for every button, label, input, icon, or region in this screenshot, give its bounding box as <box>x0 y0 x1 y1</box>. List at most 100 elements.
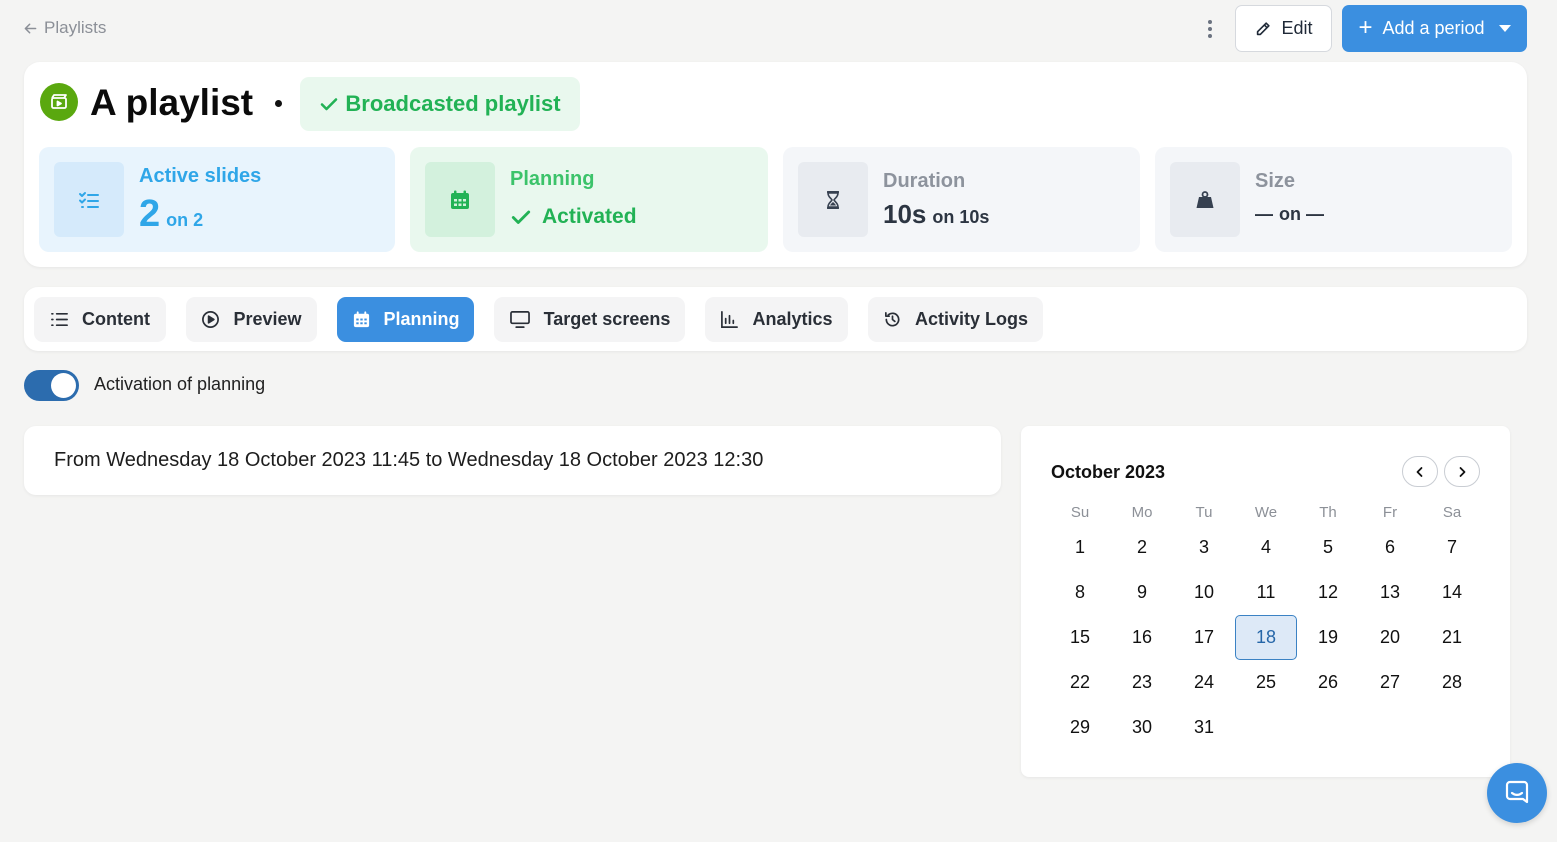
tab-analytics-label: Analytics <box>752 309 833 329</box>
plus-icon: + <box>1358 13 1373 41</box>
status-badge: Broadcasted playlist <box>300 77 580 131</box>
title-separator-dot <box>275 100 282 107</box>
tab-content-label: Content <box>82 309 150 329</box>
calendar-day-selected[interactable]: 18 <box>1235 615 1297 660</box>
stat-active-slides-label: Active slides <box>139 165 262 187</box>
toggle-knob <box>51 373 76 398</box>
chevron-right-icon <box>1459 466 1466 477</box>
monitor-icon <box>509 311 530 328</box>
active-slides-total: on 2 <box>166 210 204 230</box>
calendar-day[interactable]: 15 <box>1049 615 1111 660</box>
calendar-day[interactable]: 1 <box>1049 525 1111 570</box>
calendar-day[interactable]: 11 <box>1235 570 1297 615</box>
calendar-day[interactable]: 4 <box>1235 525 1297 570</box>
calendar-day[interactable]: 8 <box>1049 570 1111 615</box>
calendar-day[interactable]: 22 <box>1049 660 1111 705</box>
size-total: on — <box>1279 204 1324 224</box>
tab-preview-label: Preview <box>233 309 302 329</box>
calendar-day[interactable]: 10 <box>1173 570 1235 615</box>
calendar-day[interactable]: 21 <box>1421 615 1483 660</box>
calendar-weekday: We <box>1254 504 1278 521</box>
calendar-day[interactable]: 5 <box>1297 525 1359 570</box>
calendar-day[interactable]: 17 <box>1173 615 1235 660</box>
stat-size: Size — on — <box>1155 147 1512 252</box>
tab-planning[interactable]: Planning <box>337 297 474 342</box>
calendar-weekday: Th <box>1319 504 1337 521</box>
caret-down-icon <box>1498 25 1511 32</box>
edit-button[interactable]: Edit <box>1235 5 1332 52</box>
stat-size-label: Size <box>1255 170 1296 192</box>
calendar-day[interactable]: 23 <box>1111 660 1173 705</box>
calendar-day[interactable]: 24 <box>1173 660 1235 705</box>
checklist-icon <box>54 162 124 237</box>
pencil-icon <box>1257 21 1271 35</box>
calendar-day[interactable]: 29 <box>1049 705 1111 750</box>
calendar-month-label: October 2023 <box>1051 462 1166 482</box>
duration-value: 10s <box>883 199 927 229</box>
chat-support-button[interactable] <box>1487 763 1547 823</box>
period-text: From Wednesday 18 October 2023 11:45 to … <box>54 449 764 471</box>
calendar-day[interactable]: 27 <box>1359 660 1421 705</box>
calendar-day[interactable]: 13 <box>1359 570 1421 615</box>
calendar-day[interactable]: 19 <box>1297 615 1359 660</box>
tab-target-screens[interactable]: Target screens <box>494 297 685 342</box>
arrow-left-icon <box>24 22 37 34</box>
check-icon <box>511 210 531 224</box>
stat-planning: Planning Activated <box>410 147 768 252</box>
calendar-day[interactable]: 2 <box>1111 525 1173 570</box>
status-badge-label: Broadcasted playlist <box>345 91 561 116</box>
calendar-day[interactable]: 7 <box>1421 525 1483 570</box>
check-icon <box>321 98 338 111</box>
add-period-label: Add a period <box>1382 18 1485 38</box>
calendar-weekday: Fr <box>1382 504 1398 521</box>
period-item[interactable]: From Wednesday 18 October 2023 11:45 to … <box>24 426 1001 495</box>
calendar-day[interactable]: 25 <box>1235 660 1297 705</box>
calendar: October 2023 Su Mo Tu We Th Fr Sa 1 2 3 4 5 6 7 8 9 10 11… <box>1021 426 1510 777</box>
calendar-prev-button[interactable] <box>1402 456 1438 487</box>
history-icon <box>884 311 900 327</box>
list-icon <box>51 312 68 327</box>
calendar-day[interactable]: 6 <box>1359 525 1421 570</box>
calendar-day[interactable]: 3 <box>1173 525 1235 570</box>
tab-analytics[interactable]: Analytics <box>705 297 848 342</box>
stat-duration: Duration 10s on 10s <box>783 147 1140 252</box>
calendar-day[interactable]: 16 <box>1111 615 1173 660</box>
calendar-weekday: Tu <box>1195 504 1213 521</box>
calendar-day[interactable]: 9 <box>1111 570 1173 615</box>
calendar-day[interactable]: 30 <box>1111 705 1173 750</box>
calendar-day[interactable]: 20 <box>1359 615 1421 660</box>
calendar-weekday: Mo <box>1131 504 1153 521</box>
playlist-icon <box>40 83 78 121</box>
calendar-next-button[interactable] <box>1444 456 1480 487</box>
calendar-weekday: Sa <box>1442 504 1462 521</box>
tab-preview[interactable]: Preview <box>186 297 317 342</box>
bar-chart-icon <box>721 311 739 328</box>
back-link-label: Playlists <box>44 18 107 37</box>
calendar-icon <box>353 311 369 328</box>
stat-planning-value: Activated <box>510 205 637 229</box>
chevron-left-icon <box>1416 466 1423 477</box>
tab-content[interactable]: Content <box>34 297 166 342</box>
tab-planning-label: Planning <box>383 309 460 329</box>
calendar-day[interactable]: 31 <box>1173 705 1235 750</box>
planning-toggle-label: Activation of planning <box>94 374 266 394</box>
back-link-playlists[interactable]: Playlists <box>22 16 106 40</box>
add-period-button[interactable]: + Add a period <box>1342 5 1527 52</box>
calendar-weekday: Su <box>1070 504 1090 521</box>
tab-activity-logs[interactable]: Activity Logs <box>868 297 1043 342</box>
calendar-day[interactable]: 14 <box>1421 570 1483 615</box>
calendar-day[interactable]: 28 <box>1421 660 1483 705</box>
weight-icon <box>1170 162 1240 237</box>
calendar-day[interactable]: 26 <box>1297 660 1359 705</box>
more-options-icon[interactable] <box>1198 14 1222 44</box>
size-value: — <box>1255 204 1273 224</box>
planning-status-text: Activated <box>542 205 637 228</box>
stat-size-value: — on — <box>1255 204 1324 225</box>
calendar-day[interactable]: 12 <box>1297 570 1359 615</box>
stat-duration-value: 10s on 10s <box>883 199 989 230</box>
edit-button-label: Edit <box>1281 18 1313 38</box>
calendar-day-number: 18 <box>1235 615 1297 660</box>
stat-duration-label: Duration <box>883 170 966 192</box>
planning-toggle[interactable] <box>24 370 79 401</box>
stat-planning-label: Planning <box>510 168 595 190</box>
